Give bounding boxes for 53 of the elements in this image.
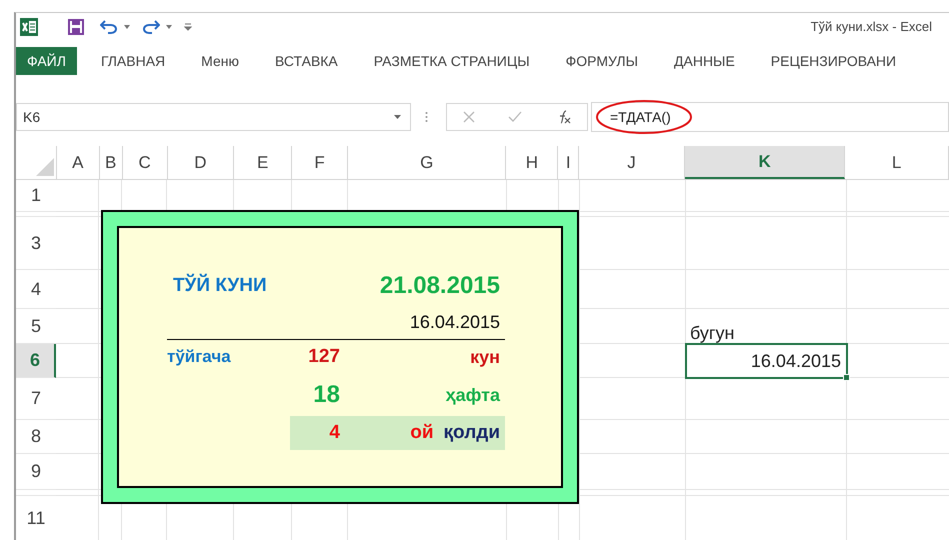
wedding-date: 21.08.2015	[378, 270, 500, 300]
column-header[interactable]: L	[845, 146, 949, 179]
caret-icon	[394, 115, 401, 119]
column-header[interactable]: I	[558, 146, 580, 179]
ribbon-tab[interactable]: РЕЦЕНЗИРОВАНИ	[770, 53, 896, 69]
ribbon-tab[interactable]: Меню	[201, 53, 239, 69]
column-header[interactable]: F	[292, 146, 348, 179]
column-header[interactable]: C	[122, 146, 168, 179]
row-header[interactable]: 7	[16, 378, 56, 420]
caret-icon[interactable]	[166, 24, 172, 28]
column-header[interactable]: K	[684, 146, 846, 179]
name-box[interactable]: K6	[16, 103, 411, 131]
save-icon[interactable]	[68, 18, 84, 34]
left-label: қолди	[444, 422, 500, 444]
window-title: Тўй куни.xlsx - Excel	[810, 19, 932, 34]
ribbon-tab[interactable]: ГЛАВНАЯ	[100, 53, 166, 69]
row-header[interactable]: 4	[16, 270, 56, 309]
ribbon-tab[interactable]: ДАННЫЕ	[674, 53, 735, 69]
row-header[interactable]: 1	[16, 180, 56, 212]
redo-icon[interactable]	[142, 20, 160, 34]
weeks-count: 18	[312, 380, 340, 410]
weeks-unit: ҳафта	[444, 384, 500, 407]
row-header[interactable]: 3	[16, 217, 56, 270]
column-header[interactable]: G	[348, 146, 506, 179]
ribbon-tab[interactable]: РАЗМЕТКА СТРАНИЦЫ	[374, 53, 530, 69]
customize-icon[interactable]	[184, 22, 192, 30]
days-unit: кун	[469, 346, 500, 369]
excel-logo-icon[interactable]	[20, 18, 38, 36]
column-header[interactable]: D	[168, 146, 234, 179]
months-count: 4	[328, 421, 340, 445]
column-header[interactable]: E	[234, 146, 292, 179]
days-count: 127	[307, 345, 340, 369]
until-label: тўйгача	[167, 346, 232, 368]
row-header[interactable]: 11	[16, 496, 56, 540]
row-header[interactable]: 9	[16, 454, 56, 490]
column-header[interactable]: H	[506, 146, 558, 179]
column-header[interactable]: A	[56, 146, 100, 179]
check-icon[interactable]	[508, 111, 522, 123]
row-header[interactable]: 6	[16, 344, 56, 378]
drag-handle-icon[interactable]	[425, 111, 428, 123]
caret-icon[interactable]	[124, 24, 130, 28]
months-unit: ой	[410, 422, 434, 444]
ribbon-tab[interactable]: ВСТАВКА	[275, 53, 338, 69]
today-date: 16.04.2015	[408, 310, 500, 334]
cell-text: бугун	[689, 323, 736, 344]
row-header[interactable]: 8	[16, 420, 56, 454]
card-title: ТЎЙ КУНИ	[172, 272, 268, 298]
ribbon-tab[interactable]: ФОРМУЛЫ	[566, 53, 638, 69]
undo-icon[interactable]	[100, 20, 118, 34]
column-header[interactable]: B	[100, 146, 123, 179]
selected-cell[interactable]: 16.04.2015	[686, 344, 847, 378]
formula-field[interactable]: =ТДАТА()	[591, 102, 949, 132]
file-tab[interactable]: ФАЙЛ	[16, 47, 77, 75]
